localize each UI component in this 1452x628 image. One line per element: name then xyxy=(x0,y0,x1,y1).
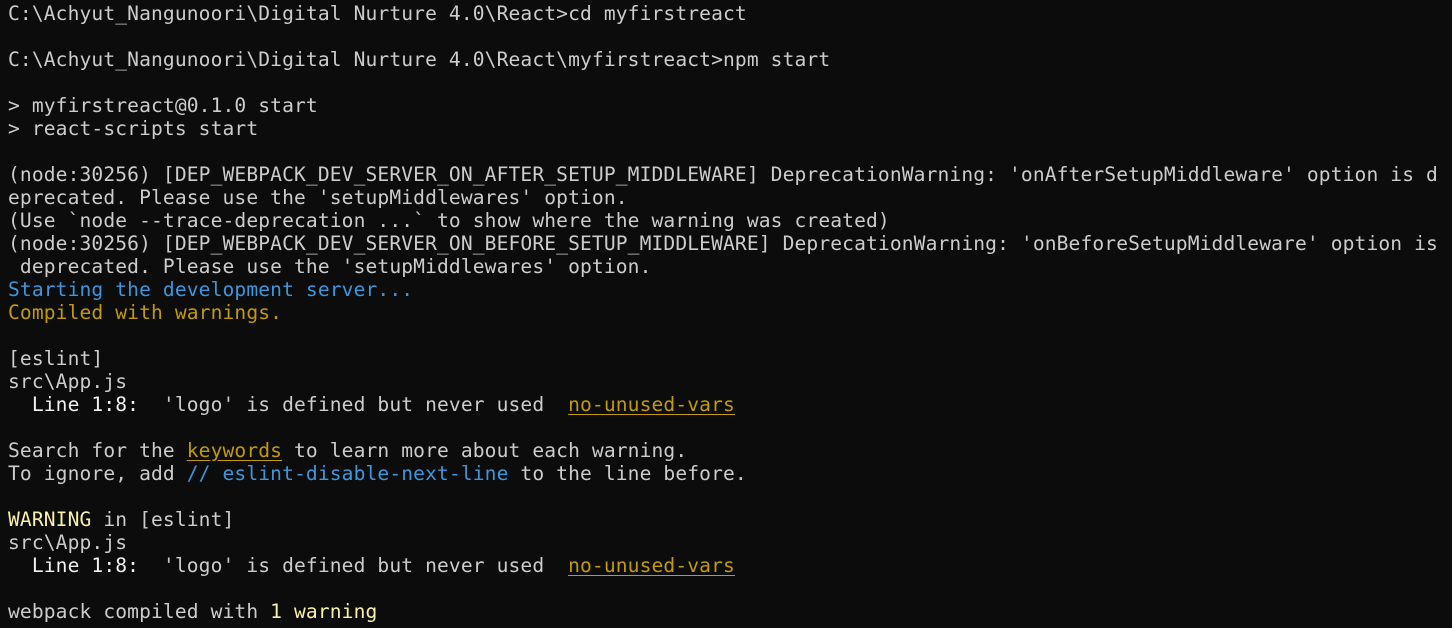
ignore-hint: To ignore, add // eslint-disable-next-li… xyxy=(8,462,1452,485)
warning-count: 1 warning xyxy=(270,600,378,623)
warning-file-path: src\App.js xyxy=(8,531,128,554)
terminal-window[interactable]: C:\Achyut_Nangunoori\Digital Nurture 4.0… xyxy=(0,0,1452,628)
starting-dev-server-message: Starting the development server... xyxy=(8,278,414,301)
eslint-file-path: src\App.js xyxy=(8,370,128,393)
webpack-compiled-status: webpack compiled with 1 warning xyxy=(8,600,1452,623)
no-unused-vars-link-2[interactable]: no-unused-vars xyxy=(568,554,735,577)
search-hint-text: Search for the xyxy=(8,439,187,462)
ignore-hint-text-end: to the line before. xyxy=(508,462,747,485)
terminal-line-cd-command: C:\Achyut_Nangunoori\Digital Nurture 4.0… xyxy=(8,2,747,25)
terminal-line-npm-start-command: C:\Achyut_Nangunoori\Digital Nurture 4.0… xyxy=(8,48,831,71)
warning-in-eslint-header: WARNING in [eslint] xyxy=(8,508,1452,531)
eslint-section-header: [eslint] xyxy=(8,347,104,370)
search-keywords-hint: Search for the keywords to learn more ab… xyxy=(8,439,1452,462)
terminal-line-npm-script-header: > myfirstreact@0.1.0 start xyxy=(8,94,318,117)
keywords-link[interactable]: keywords xyxy=(187,439,282,462)
no-unused-vars-link[interactable]: no-unused-vars xyxy=(568,393,735,416)
warning-detail-message: 'logo' is defined but never used xyxy=(139,554,569,577)
ignore-hint-text: To ignore, add xyxy=(8,462,187,485)
deprecation-warning-after: (node:30256) [DEP_WEBPACK_DEV_SERVER_ON_… xyxy=(8,163,1438,186)
search-hint-text-end: to learn more about each warning. xyxy=(282,439,688,462)
compiled-with-warnings-message: Compiled with warnings. xyxy=(8,301,283,324)
webpack-status-text: webpack compiled with xyxy=(8,600,271,623)
warning-label: WARNING xyxy=(8,508,92,531)
eslint-disable-comment: // eslint-disable-next-line xyxy=(186,462,509,485)
deprecation-warning-before-cont: deprecated. Please use the 'setupMiddlew… xyxy=(8,255,652,278)
terminal-line-react-scripts: > react-scripts start xyxy=(8,117,259,140)
eslint-warning-message: 'logo' is defined but never used xyxy=(139,393,569,416)
warning-detail-line: Line 1:8: 'logo' is defined but never us… xyxy=(8,554,1452,577)
eslint-warning-line: Line 1:8: 'logo' is defined but never us… xyxy=(8,393,1452,416)
trace-deprecation-hint: (Use `node --trace-deprecation ...` to s… xyxy=(8,209,890,232)
deprecation-warning-before: (node:30256) [DEP_WEBPACK_DEV_SERVER_ON_… xyxy=(8,232,1438,255)
eslint-line-number: Line 1:8: xyxy=(31,393,140,416)
warning-source: in [eslint] xyxy=(91,508,235,531)
deprecation-warning-after-cont: eprecated. Please use the 'setupMiddlewa… xyxy=(8,186,628,209)
warning-line-number: Line 1:8: xyxy=(31,554,140,577)
